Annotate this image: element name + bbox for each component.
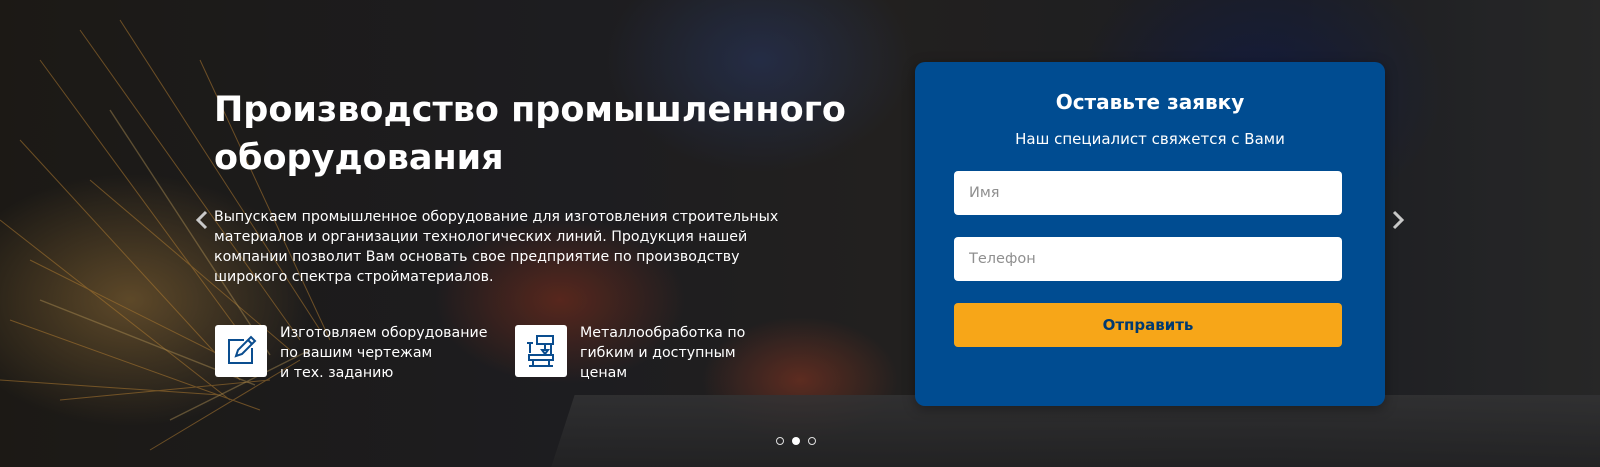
chevron-right-icon [1392,210,1405,230]
slider-dot[interactable] [776,437,784,445]
form-title: Оставьте заявку [1055,90,1245,114]
slider-dot[interactable] [808,437,816,445]
name-input[interactable] [954,171,1342,215]
feature-text: Металлообработка по гибким и доступным ц… [580,325,746,381]
feature-text: Изготовляем оборудование по вашим чертеж… [280,325,488,381]
submit-button[interactable]: Отправить [954,303,1342,347]
hero-banner: Производство промышленного оборудования … [0,0,1600,467]
phone-input[interactable] [954,237,1342,281]
slider-next-arrow[interactable] [1386,208,1410,232]
hero-description: Выпускаем промышленное оборудование для … [214,209,779,285]
machine-tool-icon [515,325,567,377]
chevron-left-icon [195,210,208,230]
hero-title: Производство промышленного оборудования [214,90,846,178]
slider-prev-arrow[interactable] [190,208,214,232]
feature-metalworking: Металлообработка по гибким и доступным ц… [515,325,800,383]
slider-dot[interactable] [792,437,800,445]
feature-custom-equipment: Изготовляем оборудование по вашим чертеж… [215,325,500,383]
slider-pagination [776,437,816,445]
pencil-edit-icon [215,325,267,377]
request-form: Оставьте заявку Наш специалист свяжется … [915,62,1385,406]
form-subtitle: Наш специалист свяжется с Вами [1015,130,1285,148]
